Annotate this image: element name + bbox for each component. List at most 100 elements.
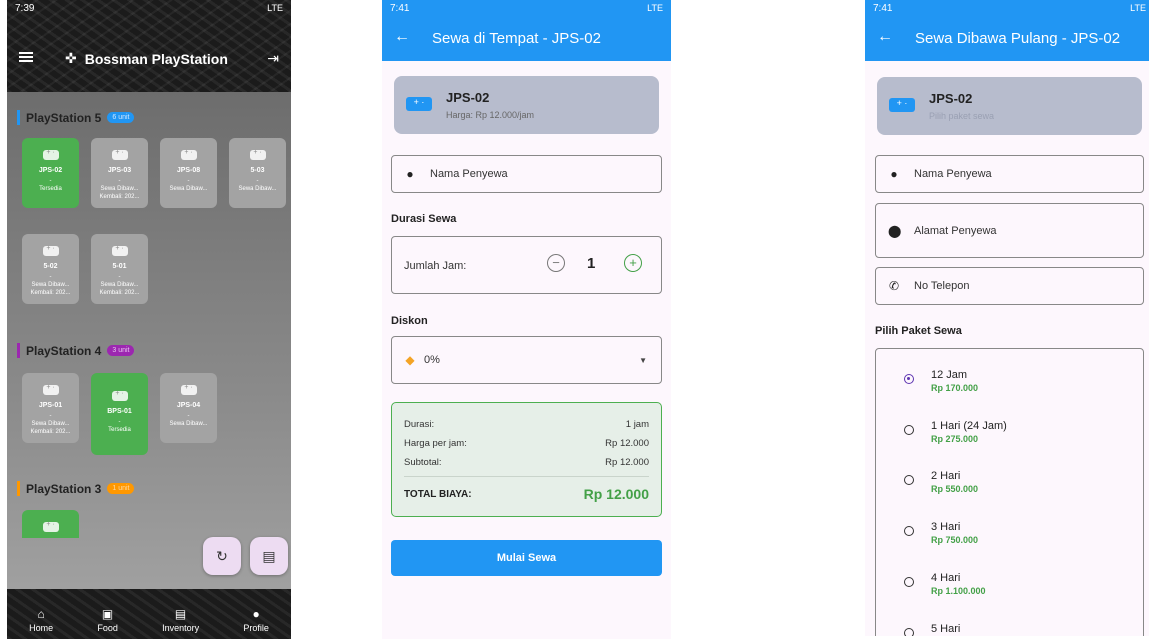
unit-tile[interactable]: JPS-03 -Sewa Dibaw...Kembali: 202... — [91, 138, 148, 208]
radio-icon[interactable] — [904, 425, 914, 435]
unit-price: Harga: Rp 12.000/jam — [446, 110, 535, 120]
unit-status: Tersedia — [108, 427, 131, 433]
unit-tile[interactable]: 5-02 -Sewa Dibaw...Kembali: 202... — [22, 234, 79, 304]
nav-food[interactable]: ▣ Food — [97, 607, 118, 633]
gamepad-icon — [42, 149, 59, 160]
section-title: PlayStation 3 — [26, 481, 102, 496]
home-icon: ⌂ — [37, 607, 45, 621]
unit-status: Sewa Dibaw... — [238, 186, 277, 192]
unit-count-badge: 1 unit — [107, 483, 135, 494]
start-rental-button[interactable]: Mulai Sewa — [391, 540, 662, 576]
package-option[interactable]: 4 Hari Rp 1.100.000 — [904, 572, 986, 596]
unit-status: Tersedia — [39, 186, 62, 192]
refresh-icon: ↻ — [216, 547, 228, 564]
gamepad-icon — [180, 149, 197, 160]
unit-tile[interactable]: 5-01 -Sewa Dibaw...Kembali: 202... — [91, 234, 148, 304]
package-name: 12 Jam — [931, 369, 968, 381]
gamepad-icon: ✜ — [65, 50, 77, 66]
package-option[interactable]: 5 Hari — [904, 623, 960, 636]
package-option[interactable]: 12 Jam Rp 170.000 — [904, 369, 978, 393]
package-name: 2 Hari — [931, 470, 961, 482]
person-icon: ● — [252, 607, 260, 621]
back-arrow-icon[interactable]: ← — [877, 28, 893, 46]
unit-tile[interactable]: 5-03 -Sewa Dibaw... — [229, 138, 286, 208]
person-icon: ● — [890, 167, 898, 181]
status-time: 7:41 — [390, 2, 410, 14]
unit-status: Sewa Dibaw... — [31, 421, 70, 427]
unit-status: Sewa Dibaw... — [100, 186, 139, 192]
unit-count-badge: 3 unit — [107, 345, 135, 356]
plus-circle-icon[interactable]: + — [624, 254, 642, 272]
unit-id: JPS-04 — [176, 402, 201, 409]
radio-icon[interactable] — [904, 628, 914, 636]
unit-id: 5-02 — [43, 263, 58, 270]
list-icon: ▤ — [262, 547, 276, 564]
package-price: Rp 170.000 — [931, 383, 979, 393]
unit-status: Sewa Dibaw... — [100, 282, 139, 288]
radio-icon[interactable] — [904, 475, 914, 485]
takehome-rental-screen: 7:41 LTE ← Sewa Dibawa Pulang - JPS-02 J… — [865, 0, 1149, 636]
field-placeholder: Alamat Penyewa — [914, 224, 997, 237]
summary-value: Rp 12.000 — [605, 438, 649, 449]
nav-inventory[interactable]: ▤ Inventory — [162, 607, 199, 633]
unit-id: 5-01 — [112, 263, 127, 270]
unit-id: JPS-02 — [38, 167, 63, 174]
unit-return: Kembali: 202... — [99, 194, 140, 200]
nav-profile[interactable]: ● Profile — [243, 607, 269, 633]
total-label: TOTAL BIAYA: — [404, 488, 472, 500]
unit-tile[interactable]: JPS-08 -Sewa Dibaw... — [160, 138, 217, 208]
gamepad-icon — [42, 384, 59, 395]
unit-tile[interactable]: JPS-01 -Sewa Dibaw...Kembali: 202... — [22, 373, 79, 443]
tag-icon: ◆ — [405, 353, 415, 367]
unit-tile[interactable]: BPS-01 -Tersedia — [91, 373, 148, 455]
discount-value: 0% — [424, 354, 440, 366]
nav-label: Food — [97, 623, 118, 633]
total-value: Rp 12.000 — [583, 486, 649, 502]
app-title-text: Bossman PlayStation — [84, 50, 228, 67]
summary-row: Subtotal: Rp 12.000 — [404, 457, 649, 468]
unit-tile[interactable] — [22, 510, 79, 538]
phone-icon: ✆ — [888, 279, 900, 293]
field-placeholder: Nama Penyewa — [914, 168, 992, 180]
renter-name-input[interactable]: ● Nama Penyewa — [875, 155, 1144, 193]
nav-label: Inventory — [162, 623, 200, 633]
renter-name-input[interactable]: ● Nama Penyewa — [391, 155, 662, 193]
menu-icon[interactable] — [19, 52, 33, 62]
unit-id: JPS-01 — [38, 402, 63, 409]
phone-number-input[interactable]: ✆ No Telepon — [875, 267, 1144, 305]
gamepad-icon — [42, 521, 59, 532]
minus-circle-icon[interactable]: − — [547, 254, 565, 272]
summary-value: 1 jam — [625, 419, 649, 430]
gamepad-icon — [249, 149, 266, 160]
radio-icon[interactable] — [904, 577, 914, 587]
renter-address-input[interactable]: ⬤ Alamat Penyewa — [875, 203, 1144, 258]
unit-tile[interactable]: JPS-02 -Tersedia — [22, 138, 79, 208]
status-time: 7:39 — [15, 2, 35, 14]
app-bar: 7:41 LTE ← Sewa Dibawa Pulang - JPS-02 — [865, 0, 1149, 61]
summary-label: Harga per jam: — [404, 438, 467, 449]
unit-tile[interactable]: JPS-04 -Sewa Dibaw... — [160, 373, 217, 443]
summary-value: Rp 12.000 — [605, 457, 649, 468]
unit-count-badge: 6 unit — [107, 112, 135, 123]
package-option[interactable]: 3 Hari Rp 750.000 — [904, 521, 978, 545]
radio-icon[interactable] — [904, 526, 914, 536]
package-name: 3 Hari — [931, 521, 961, 533]
package-option[interactable]: 1 Hari (24 Jam) Rp 275.000 — [904, 420, 1007, 444]
list-button[interactable]: ▤ — [250, 537, 288, 575]
unit-id: JPS-08 — [176, 167, 201, 174]
package-list: 12 Jam Rp 170.000 1 Hari (24 Jam) Rp 275.0… — [875, 348, 1144, 636]
discount-dropdown[interactable]: ◆ 0% ▼ — [391, 336, 662, 384]
nav-home[interactable]: ⌂ Home — [29, 607, 53, 633]
back-arrow-icon[interactable]: ← — [394, 28, 410, 46]
gamepad-icon — [42, 245, 59, 256]
section-ps3: PlayStation 3 1 unit — [17, 481, 135, 496]
package-name: 4 Hari — [931, 572, 961, 584]
package-option[interactable]: 2 Hari Rp 550.000 — [904, 470, 978, 494]
unit-return: Kembali: 202... — [30, 429, 71, 435]
logout-icon[interactable]: ⇥ — [267, 50, 279, 67]
radio-selected-icon[interactable] — [904, 374, 914, 384]
refresh-button[interactable]: ↻ — [203, 537, 241, 575]
unit-card: JPS-02 Harga: Rp 12.000/jam — [394, 76, 659, 134]
section-bar — [17, 343, 20, 358]
package-price: Rp 750.000 — [931, 535, 979, 545]
